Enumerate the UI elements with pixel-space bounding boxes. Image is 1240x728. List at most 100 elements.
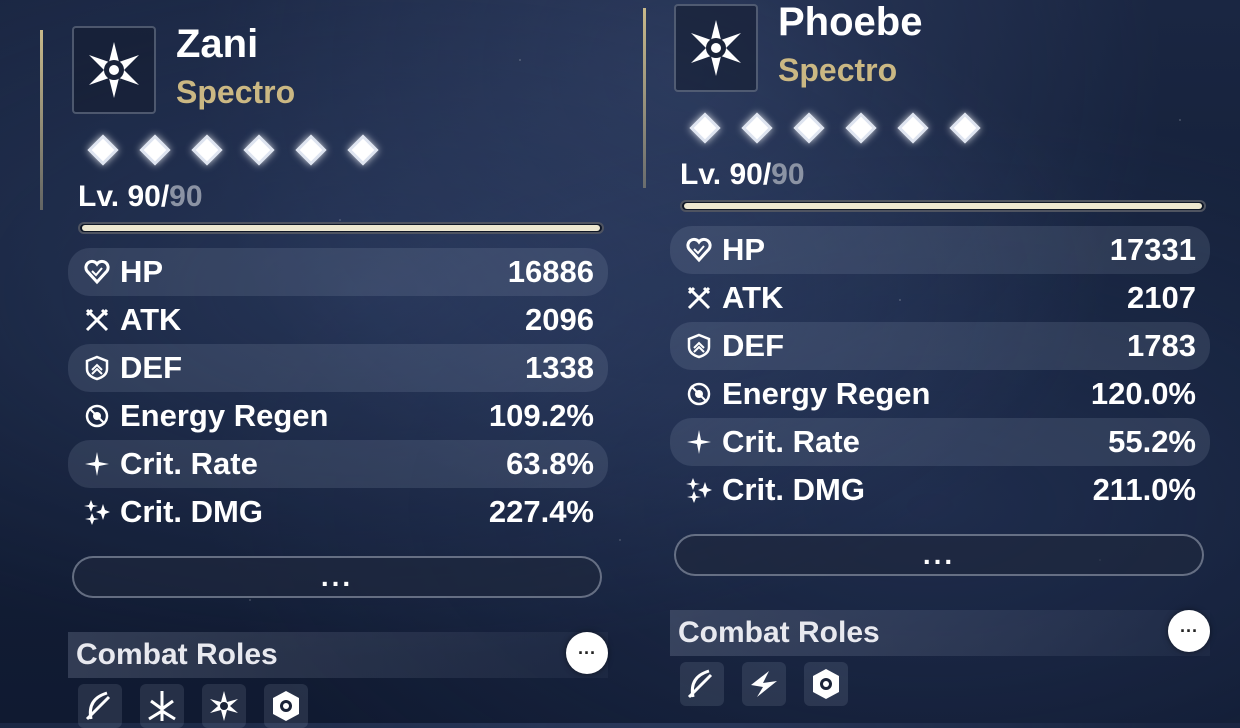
crit-rate-icon xyxy=(684,427,714,457)
stat-label: DEF xyxy=(120,350,182,385)
stat-label: Crit. Rate xyxy=(120,446,258,481)
support-role-icon[interactable] xyxy=(804,662,848,706)
heart-icon xyxy=(82,257,112,287)
combat-roles-title: Combat Roles xyxy=(76,638,278,671)
resonance-node-icon xyxy=(741,112,773,144)
crit-dmg-icon xyxy=(82,497,112,527)
stat-value: 55.2% xyxy=(1108,424,1196,459)
stat-value: 1338 xyxy=(525,350,594,385)
combat-role-icons xyxy=(78,684,608,728)
stat-row-crit-dmg: Crit. DMG 227.4% xyxy=(68,488,608,536)
stat-label: ATK xyxy=(722,280,784,315)
shield-icon xyxy=(82,353,112,383)
stat-label: ATK xyxy=(120,302,182,337)
crit-rate-icon xyxy=(82,449,112,479)
stats-list: HP 17331 ATK 2107 DEF 1783 Energy Regen 120.0% C… xyxy=(670,226,1210,514)
resonance-node-icon xyxy=(897,112,929,144)
resonance-node-icon xyxy=(347,134,379,166)
level-max: 90 xyxy=(771,158,805,191)
stat-row-energy-regen: Energy Regen 120.0% xyxy=(670,370,1210,418)
stat-row-crit-rate: Crit. Rate 55.2% xyxy=(670,418,1210,466)
element-name: Spectro xyxy=(176,74,296,110)
more-stats-button[interactable]: ... xyxy=(72,556,602,598)
burst-role-icon[interactable] xyxy=(140,684,184,728)
character-header: Zani Spectro xyxy=(68,22,608,114)
stat-row-hp: HP 17331 xyxy=(670,226,1210,274)
level-max: 90 xyxy=(169,180,203,213)
spectro-element-icon xyxy=(674,4,758,92)
stat-row-def: DEF 1338 xyxy=(68,344,608,392)
stat-value: 17331 xyxy=(1109,232,1196,267)
resonance-node-icon xyxy=(243,134,275,166)
more-stats-button[interactable]: ... xyxy=(674,534,1204,576)
character-header: Phoebe Spectro xyxy=(670,0,1210,92)
resonance-node-icon xyxy=(191,134,223,166)
accent-line xyxy=(643,8,646,188)
accent-line xyxy=(40,30,43,210)
shield-icon xyxy=(684,331,714,361)
stat-value: 2107 xyxy=(1127,280,1196,315)
resonance-chain-row xyxy=(689,110,1210,146)
stat-row-crit-rate: Crit. Rate 63.8% xyxy=(68,440,608,488)
stat-label: Energy Regen xyxy=(120,398,329,433)
level-current: Lv. 90/ xyxy=(78,180,170,213)
stat-value: 63.8% xyxy=(506,446,594,481)
lightning-role-icon[interactable] xyxy=(742,662,786,706)
level-progress-bar xyxy=(78,222,604,234)
level-progress-bar xyxy=(680,200,1206,212)
resonance-node-icon xyxy=(87,134,119,166)
resonance-node-icon xyxy=(793,112,825,144)
stat-label: Crit. DMG xyxy=(722,472,865,507)
combat-roles-header: Combat Roles ··· xyxy=(670,610,1210,656)
blade-role-icon[interactable] xyxy=(680,662,724,706)
spectro-role-icon[interactable] xyxy=(202,684,246,728)
stat-value: 1783 xyxy=(1127,328,1196,363)
character-panel-zani: Zani Spectro Lv. 90/ 90 HP 16886 ATK 2096 DE… xyxy=(68,22,608,728)
support-role-icon[interactable] xyxy=(264,684,308,728)
crit-dmg-icon xyxy=(684,475,714,505)
character-name: Phoebe xyxy=(778,0,923,44)
resonance-node-icon xyxy=(949,112,981,144)
stat-row-crit-dmg: Crit. DMG 211.0% xyxy=(670,466,1210,514)
stat-row-energy-regen: Energy Regen 109.2% xyxy=(68,392,608,440)
stats-list: HP 16886 ATK 2096 DEF 1338 Energy Regen 109.2% C… xyxy=(68,248,608,536)
resonance-node-icon xyxy=(689,112,721,144)
spectro-element-icon xyxy=(72,26,156,114)
character-name: Zani xyxy=(176,22,259,66)
stat-label: Crit. DMG xyxy=(120,494,263,529)
energy-regen-icon xyxy=(82,401,112,431)
element-name: Spectro xyxy=(778,52,898,88)
stat-row-atk: ATK 2096 xyxy=(68,296,608,344)
stat-value: 16886 xyxy=(507,254,594,289)
resonance-node-icon xyxy=(139,134,171,166)
stat-value: 227.4% xyxy=(488,494,594,529)
resonance-chain-row xyxy=(87,132,608,168)
level-display: Lv. 90/ 90 xyxy=(78,180,608,214)
combat-roles-header: Combat Roles ··· xyxy=(68,632,608,678)
combat-roles-title: Combat Roles xyxy=(678,616,880,649)
stat-row-hp: HP 16886 xyxy=(68,248,608,296)
heart-icon xyxy=(684,235,714,265)
combat-roles-more-button[interactable]: ··· xyxy=(566,632,608,674)
level-display: Lv. 90/ 90 xyxy=(680,158,1210,192)
stat-row-def: DEF 1783 xyxy=(670,322,1210,370)
stat-label: Energy Regen xyxy=(722,376,931,411)
crossed-swords-icon xyxy=(684,283,714,313)
combat-roles-more-button[interactable]: ··· xyxy=(1168,610,1210,652)
level-progress-fill xyxy=(82,225,600,231)
blade-role-icon[interactable] xyxy=(78,684,122,728)
resonance-node-icon xyxy=(845,112,877,144)
stat-label: DEF xyxy=(722,328,784,363)
stat-label: HP xyxy=(120,254,164,289)
level-current: Lv. 90/ xyxy=(680,158,772,191)
stat-label: HP xyxy=(722,232,766,267)
combat-role-icons xyxy=(680,662,1210,706)
stat-row-atk: ATK 2107 xyxy=(670,274,1210,322)
stat-value: 211.0% xyxy=(1092,472,1196,507)
level-progress-fill xyxy=(684,203,1202,209)
energy-regen-icon xyxy=(684,379,714,409)
stat-value: 109.2% xyxy=(488,398,594,433)
stat-value: 2096 xyxy=(525,302,594,337)
crossed-swords-icon xyxy=(82,305,112,335)
stat-label: Crit. Rate xyxy=(722,424,860,459)
